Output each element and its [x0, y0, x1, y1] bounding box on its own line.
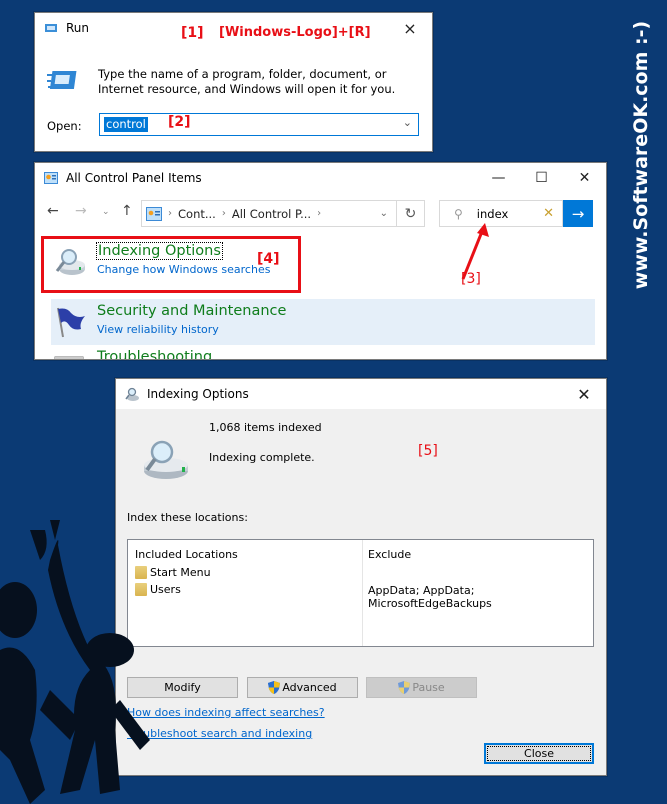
highlight-box [41, 236, 301, 293]
window-controls: — ☐ ✕ [477, 163, 606, 193]
address-bar[interactable]: › Cont... › All Control P... › ⌄ [141, 200, 397, 227]
run-dialog: Run × [1] [Windows-Logo]+[R] Type the na… [34, 12, 433, 152]
exclude-value: AppData; AppData; MicrosoftEdgeBackups [368, 584, 492, 610]
folder-icon [135, 566, 147, 579]
pause-button[interactable]: Pause [366, 677, 477, 698]
control-panel-icon [146, 206, 162, 221]
search-icon: ⚲ [454, 206, 463, 221]
column-header-included[interactable]: Included Locations [135, 548, 238, 561]
search-value[interactable]: index [477, 207, 508, 221]
uac-shield-icon [398, 681, 411, 694]
list-item[interactable]: Start Menu [135, 566, 211, 579]
indexing-options-icon [125, 387, 139, 401]
run-program-icon [47, 71, 77, 89]
advanced-label: Advanced [282, 681, 337, 694]
flag-icon [57, 307, 85, 338]
close-label: Close [524, 747, 554, 760]
back-arrow-icon[interactable]: ← [47, 203, 59, 219]
clear-search-icon[interactable]: ✕ [543, 206, 554, 221]
item-title[interactable]: Troubleshooting [97, 349, 212, 359]
locations-list[interactable]: Included Locations Exclude Start Menu Us… [127, 539, 594, 647]
run-description: Type the name of a program, folder, docu… [98, 67, 396, 96]
idx-title: Indexing Options [147, 387, 249, 401]
cp-title: All Control Panel Items [66, 171, 202, 185]
search-go-button[interactable]: → [563, 200, 593, 227]
annotation-step-5: [5] [418, 443, 438, 459]
address-dropdown-icon[interactable]: ⌄ [380, 208, 388, 219]
troubleshooting-icon [54, 356, 84, 359]
modify-label: Modify [164, 681, 201, 694]
annotation-hotkey: [Windows-Logo]+[R] [219, 25, 371, 40]
cp-item-troubleshooting[interactable]: Troubleshooting [45, 345, 595, 359]
annotation-step-1: [1] [181, 25, 204, 41]
up-arrow-icon[interactable]: ↑ [121, 203, 133, 219]
indexing-drive-icon [144, 440, 188, 479]
modify-button[interactable]: Modify [127, 677, 238, 698]
run-app-icon [45, 24, 57, 32]
indexing-status: Indexing complete. [209, 451, 315, 464]
forward-arrow-icon[interactable]: → [75, 203, 87, 219]
indexing-help-link[interactable]: How does indexing affect searches? [127, 706, 325, 719]
maximize-button[interactable]: ☐ [520, 163, 563, 193]
close-button[interactable]: ✕ [563, 163, 606, 193]
breadcrumb-separator-icon: › [317, 208, 322, 219]
open-label: Open: [47, 119, 82, 133]
items-indexed-count: 1,068 items indexed [209, 421, 322, 434]
location-name: Users [150, 583, 181, 596]
open-input-value[interactable]: control [104, 117, 148, 132]
item-title[interactable]: Security and Maintenance [97, 303, 286, 319]
minimize-button[interactable]: — [477, 163, 520, 193]
recent-chevron-icon[interactable]: ⌄ [102, 207, 110, 217]
indexing-options-dialog: Indexing Options ✕ 1,068 items indexed I… [115, 378, 607, 776]
breadcrumb-separator-icon: › [168, 208, 172, 219]
close-button[interactable]: Close [484, 743, 594, 764]
column-header-exclude[interactable]: Exclude [368, 548, 411, 561]
chevron-down-icon[interactable]: ⌄ [403, 116, 412, 129]
locations-label: Index these locations: [127, 511, 248, 524]
run-close-button[interactable]: × [388, 13, 432, 43]
breadcrumb-item[interactable]: Cont... [178, 207, 216, 221]
idx-titlebar: Indexing Options [116, 379, 606, 409]
annotation-step-2: [2] [168, 114, 191, 130]
run-body: Type the name of a program, folder, docu… [35, 43, 432, 151]
refresh-button[interactable]: ↻ [397, 200, 425, 227]
cp-item-security-maintenance[interactable]: Security and Maintenance View reliabilit… [51, 299, 595, 345]
open-input[interactable]: control [2] ⌄ [99, 113, 419, 136]
uac-shield-icon [268, 681, 281, 694]
folder-icon [135, 583, 147, 596]
troubleshoot-link[interactable]: Troubleshoot search and indexing [127, 727, 312, 740]
item-subtitle-link[interactable]: View reliability history [97, 323, 219, 336]
watermark-label: www.SoftwareOK.com :-) [630, 20, 652, 290]
run-title: Run [66, 21, 90, 35]
idx-close-icon[interactable]: ✕ [562, 379, 606, 409]
breadcrumb-separator-icon: › [221, 208, 226, 219]
pause-label: Pause [412, 681, 445, 694]
breadcrumb-item[interactable]: All Control P... [232, 207, 311, 221]
annotation-step-3: [3] [461, 271, 481, 287]
column-divider[interactable] [362, 540, 363, 646]
advanced-button[interactable]: Advanced [247, 677, 358, 698]
watermark-text: www.SoftwareOK.com :-) [615, 0, 667, 310]
navigation-bar: ← → ⌄ ↑ › Cont... › All Control P... › ⌄… [35, 197, 606, 229]
control-panel-icon [44, 172, 58, 184]
list-item[interactable]: Users [135, 583, 181, 596]
location-name: Start Menu [150, 566, 211, 579]
